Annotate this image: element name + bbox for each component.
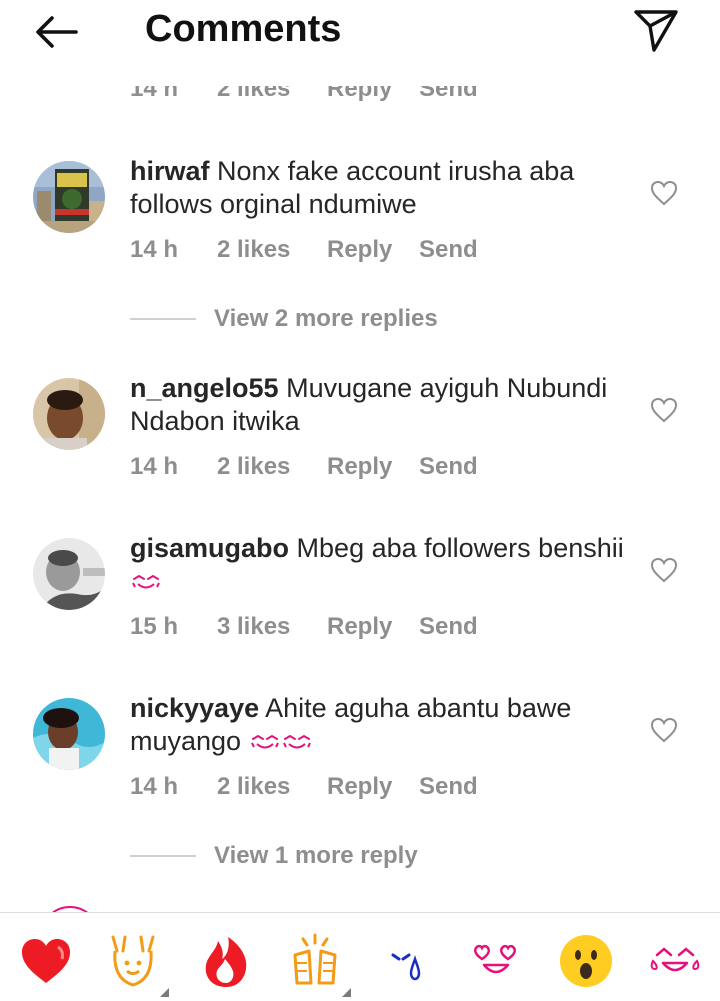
like-heart-icon[interactable]: [650, 557, 678, 583]
send-button[interactable]: Send: [419, 86, 478, 104]
reply-button[interactable]: Reply: [327, 86, 392, 104]
clapping-hands-emoji-icon[interactable]: [287, 933, 343, 989]
laughing-face-emoji-icon: [132, 574, 160, 589]
comment-username[interactable]: hirwaf: [130, 156, 210, 186]
laughing-face-emoji-icon: [250, 734, 279, 749]
paper-plane-icon: [634, 10, 678, 52]
avatar-image: [33, 698, 105, 770]
laughing-face-emoji-icon: [282, 734, 311, 749]
avatar-image: [33, 161, 105, 233]
send-button[interactable]: Send: [419, 235, 478, 265]
comment-body: Mbeg aba followers benshii: [296, 533, 624, 563]
comment-text: hirwaf Nonx fake account irusha aba foll…: [130, 155, 630, 221]
comment-likes[interactable]: 3 likes: [217, 612, 290, 642]
comment-meta-row: 14 h 2 likes Reply Send: [130, 452, 530, 482]
comment-likes[interactable]: 2 likes: [217, 452, 290, 482]
laughing-tears-face-emoji-icon[interactable]: [647, 933, 703, 989]
astonished-face-emoji-icon[interactable]: [558, 933, 614, 989]
comment-likes[interactable]: 2 likes: [217, 86, 290, 104]
send-button[interactable]: Send: [419, 612, 478, 642]
send-button[interactable]: Send: [419, 772, 478, 802]
like-heart-icon[interactable]: [650, 397, 678, 423]
fire-emoji-icon[interactable]: [198, 933, 254, 989]
view-more-label[interactable]: View 1 more reply: [214, 839, 418, 873]
more-options-corner-icon: [342, 988, 351, 997]
comment-meta-row: 14 h 2 likes Reply Send: [130, 75, 530, 104]
reply-button[interactable]: Reply: [327, 772, 392, 802]
comment-time: 14 h: [130, 773, 179, 800]
avatar[interactable]: [33, 538, 105, 610]
page-title: Comments: [145, 8, 342, 50]
avatar-image: [33, 378, 105, 450]
avatar[interactable]: [33, 378, 105, 450]
comment-meta-row: 14 h 2 likes Reply Send: [130, 235, 530, 265]
reply-button[interactable]: Reply: [327, 612, 392, 642]
avatar[interactable]: [33, 698, 105, 770]
comment-time: 15 h: [130, 613, 179, 640]
comment-username[interactable]: nickyyaye: [130, 693, 259, 723]
reply-button[interactable]: Reply: [327, 452, 392, 482]
comment-text: n_angelo55 Muvugane ayiguh Nubundi Ndabo…: [130, 372, 630, 438]
send-button[interactable]: Send: [419, 452, 478, 482]
view-more-label[interactable]: View 2 more replies: [214, 302, 438, 336]
raising-hands-emoji-icon[interactable]: [105, 933, 161, 989]
avatar[interactable]: [33, 161, 105, 233]
comment-username[interactable]: gisamugabo: [130, 533, 289, 563]
comment-likes[interactable]: 2 likes: [217, 235, 290, 265]
comment-text: nickyyaye Ahite aguha abantu bawe muyang…: [130, 692, 630, 758]
divider-line: [130, 318, 196, 320]
comment-likes[interactable]: 2 likes: [217, 772, 290, 802]
emoji-reaction-bar: [0, 912, 720, 1001]
like-heart-icon[interactable]: [650, 180, 678, 206]
arrow-left-icon: [36, 16, 78, 48]
avatar-image: [33, 538, 105, 610]
share-button[interactable]: [630, 6, 682, 54]
crying-face-emoji-icon[interactable]: [387, 933, 443, 989]
comment-text: gisamugabo Mbeg aba followers benshii: [130, 532, 630, 598]
comment-meta-row: 14 h 2 likes Reply Send: [130, 772, 530, 802]
reply-button[interactable]: Reply: [327, 235, 392, 265]
red-heart-emoji-icon[interactable]: [18, 933, 74, 989]
comment-time: 14 h: [130, 453, 179, 480]
heart-eyes-face-emoji-icon[interactable]: [468, 933, 524, 989]
more-options-corner-icon: [160, 988, 169, 997]
comment-time: 14 h: [130, 236, 179, 263]
header-bar: Comments: [0, 0, 720, 66]
comment-meta-row: 15 h 3 likes Reply Send: [130, 612, 530, 642]
comment-time: 14 h: [130, 75, 179, 102]
back-button[interactable]: [30, 12, 82, 52]
comment-username[interactable]: n_angelo55: [130, 373, 279, 403]
like-heart-icon[interactable]: [650, 717, 678, 743]
divider-line: [130, 855, 196, 857]
